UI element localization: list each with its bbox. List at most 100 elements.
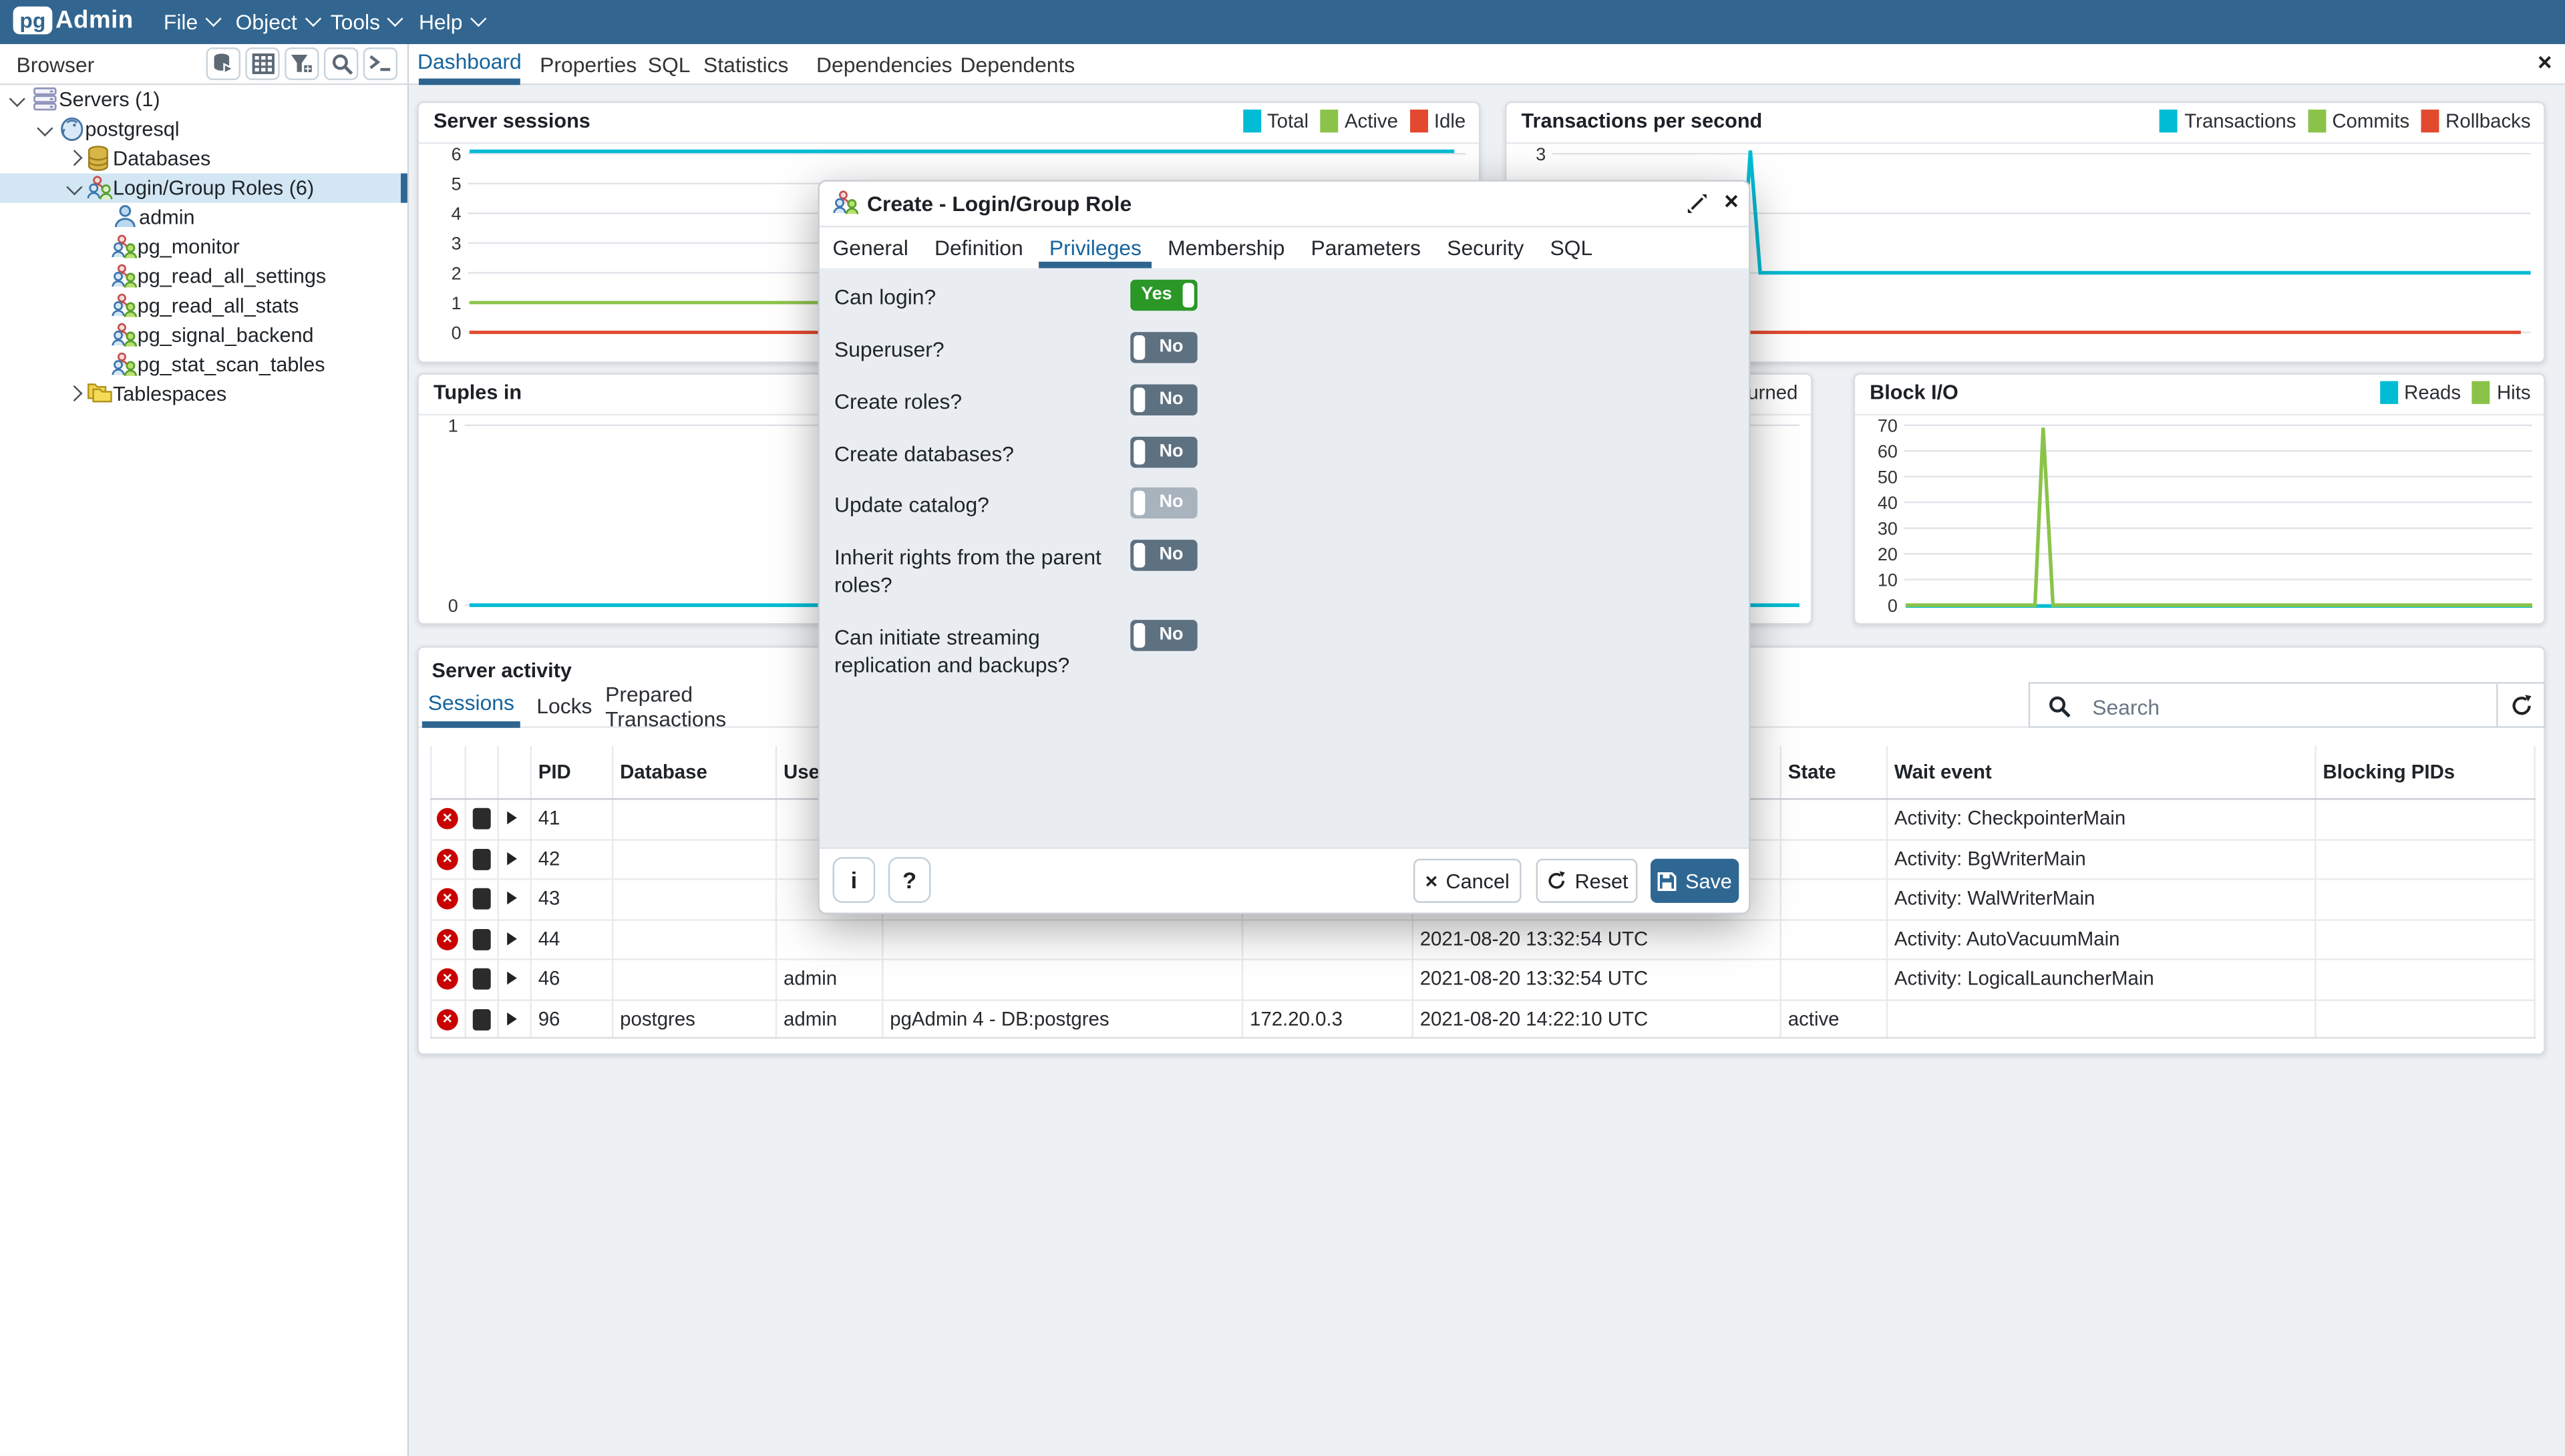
cancel-query-icon[interactable]: × [437,808,458,830]
dialog-tab-membership[interactable]: Membership [1168,226,1285,268]
tab-sessions[interactable]: Sessions [422,684,520,728]
terminate-icon[interactable] [473,808,491,830]
save-button[interactable]: Save [1651,859,1739,903]
tree-item-label: admin [139,206,194,229]
tree-item-pg-monitor[interactable]: pg_monitor [0,232,407,262]
dialog-title: Create - Login/Group Role [867,192,1132,216]
expand-row-icon[interactable] [507,932,517,945]
dialog-tab-security[interactable]: Security [1447,226,1524,268]
quick-connect-button[interactable] [206,47,240,80]
chevron-down-icon[interactable] [66,179,82,195]
col-header-blocking-pids[interactable]: Blocking PIDs [2315,746,2534,798]
col-header-state[interactable]: State [1779,746,1886,798]
cancel-button[interactable]: × Cancel [1413,859,1522,903]
expand-row-icon[interactable] [507,811,517,825]
y-tick: 6 [452,144,462,164]
dialog-tab-parameters[interactable]: Parameters [1311,226,1421,268]
reset-button[interactable]: Reset [1536,859,1638,903]
create-roles-toggle[interactable]: No [1130,385,1197,416]
search-objects-button[interactable] [324,47,358,80]
tree-item-label: pg_monitor [138,236,240,258]
tree-item-tablespaces[interactable]: Tablespaces [0,379,407,409]
tree-item-servers[interactable]: Servers (1) [0,85,407,114]
cancel-query-icon[interactable]: × [437,968,458,990]
close-dialog-icon[interactable]: × [1724,188,1738,216]
menu-help-label: Help [419,10,463,35]
terminate-icon[interactable] [473,928,491,950]
chevron-right-icon[interactable] [66,150,82,166]
field-label-can-login: Can login? [834,283,1121,311]
dialog-tab-general[interactable]: General [833,226,908,268]
cancel-query-icon[interactable]: × [437,888,458,910]
cell-backend-start: 2021-08-20 13:32:54 UTC [1411,958,1779,998]
menu-tools-label: Tools [331,10,380,35]
field-label-create-roles: Create roles? [834,387,1121,415]
tab-dependents[interactable]: Dependents [954,44,1081,85]
dialog-tab-privileges[interactable]: Privileges [1049,226,1142,268]
col-header-database[interactable]: Database [612,746,776,798]
tab-locks[interactable]: Locks [527,684,603,728]
expand-row-icon[interactable] [507,892,517,905]
tree-item-label: postgresql [85,118,179,140]
expand-row-icon[interactable] [507,972,517,985]
refresh-icon[interactable] [2510,693,2534,718]
tree-item-postgresql[interactable]: postgresql [0,114,407,144]
pgadmin-logo-pg: pg [13,7,53,35]
tab-statistics[interactable]: Statistics [697,44,795,85]
inherit-rights-toggle[interactable]: No [1130,540,1197,571]
terminate-icon[interactable] [473,888,491,910]
session-search-box [2029,682,2546,728]
terminate-icon[interactable] [473,1009,491,1030]
tab-properties[interactable]: Properties [533,44,643,85]
col-header-pid[interactable]: PID [530,746,611,798]
can-login-toggle[interactable]: Yes [1130,280,1197,311]
cancel-query-icon[interactable]: × [437,848,458,870]
dialog-tab-sql[interactable]: SQL [1550,226,1592,268]
filtered-rows-button[interactable] [285,47,319,80]
terminate-icon[interactable] [473,848,491,870]
pgadmin-logo: pg Admin [13,7,134,35]
maximize-dialog-icon[interactable] [1687,193,1708,222]
help-button[interactable]: ? [888,857,931,903]
y-tick: 5 [452,174,462,194]
dialog-tab-definition[interactable]: Definition [934,226,1023,268]
menu-help[interactable]: Help [419,0,484,44]
expand-row-icon[interactable] [507,852,517,865]
dialog-header[interactable]: Create - Login/Group Role × [820,182,1749,228]
cell-state [1779,878,1886,918]
tree-item-pg-read-all-settings[interactable]: pg_read_all_settings [0,262,407,291]
tree-item-pg-stat-scan-tables[interactable]: pg_stat_scan_tables [0,350,407,379]
tree-item-pg-signal-backend[interactable]: pg_signal_backend [0,321,407,350]
tab-dependencies[interactable]: Dependencies [810,44,959,85]
col-header-wait-event[interactable]: Wait event [1886,746,2315,798]
legend-swatch-idle [1409,110,1427,132]
sql-help-button[interactable]: i [833,857,876,903]
create-databases-toggle[interactable]: No [1130,437,1197,468]
close-panel-icon[interactable]: × [2538,49,2552,78]
tab-prepared-transactions[interactable]: Prepared Transactions [605,684,814,728]
query-tool-button[interactable] [245,47,279,80]
tab-dashboard[interactable]: Dashboard [419,44,520,85]
cancel-query-icon[interactable]: × [437,1009,458,1030]
search-input[interactable] [2089,687,2471,727]
tree-item-admin[interactable]: admin [0,203,407,232]
tab-sql[interactable]: SQL [641,44,697,85]
cancel-query-icon[interactable]: × [437,928,458,950]
streaming-replication-toggle[interactable]: No [1130,620,1197,651]
chevron-right-icon[interactable] [66,385,82,401]
menu-tools[interactable]: Tools [331,0,401,44]
cell-database [612,878,776,918]
y-tick: 4 [452,204,462,224]
block-io-panel: Block I/O Reads Hits 70 60 50 40 30 [1854,373,2546,624]
chevron-down-icon[interactable] [37,120,53,136]
expand-row-icon[interactable] [507,1012,517,1025]
menu-object[interactable]: Object [236,0,319,44]
tree-item-pg-read-all-stats[interactable]: pg_read_all_stats [0,291,407,321]
menu-file[interactable]: File [164,0,219,44]
tree-item-login-group-roles[interactable]: Login/Group Roles (6) [0,174,407,203]
psql-tool-button[interactable] [363,47,397,80]
terminate-icon[interactable] [473,968,491,990]
tree-item-databases[interactable]: Databases [0,144,407,174]
superuser-toggle[interactable]: No [1130,332,1197,363]
chevron-down-icon[interactable] [9,91,25,107]
